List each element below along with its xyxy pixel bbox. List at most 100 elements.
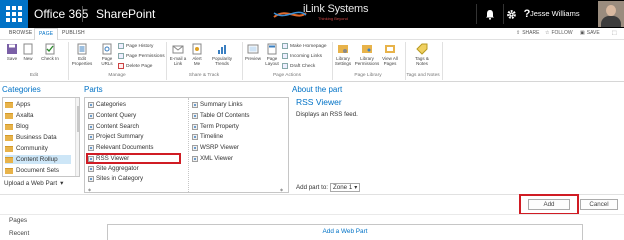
folder-icon [5,123,13,130]
make-homepage-button[interactable]: Make Homepage [282,43,327,49]
tags-notes-button[interactable]: Tags & Notes [412,43,432,66]
properties-icon [77,43,87,55]
scroll-right-arrow-icon[interactable]: ◆ [280,187,283,192]
web-part-icon [192,144,198,151]
about-part-description: Displays an RSS feed. [296,111,358,118]
part-item-table-of-contents[interactable]: Table Of Contents [192,112,250,119]
view-all-pages-icon [385,45,395,53]
left-nav-recent[interactable]: Recent [9,230,29,237]
group-share-track-label: Share & Track [188,73,220,78]
follow-icon: ☆ [545,30,550,36]
scroll-left-arrow-icon[interactable]: ◆ [88,187,91,192]
library-permissions-icon [362,45,372,53]
folder-icon [5,145,13,152]
web-part-icon [192,133,198,140]
part-item-sites-in-category[interactable]: Sites in Category [88,175,143,182]
tab-browse[interactable]: BROWSE [9,30,32,36]
share-icon: ⇪ [516,30,521,36]
category-item-content-rollup[interactable]: Content Rollup [5,155,71,164]
web-part-zone: Add a Web Part [107,224,583,240]
email-link-button[interactable]: E-mail a Link [169,43,187,66]
page-permissions-button[interactable]: Page Permissions [118,53,165,59]
categories-list[interactable]: Apps Axalta Blog Business Data Community… [2,97,80,177]
library-settings-button[interactable]: Library Settings [333,43,353,66]
preview-button[interactable]: Preview [244,43,262,61]
popularity-trends-button[interactable]: Popularity Trends [208,43,236,66]
follow-action[interactable]: ☆ FOLLOW [545,30,573,36]
folder-icon [5,112,13,119]
categories-title: Categories [2,85,41,94]
web-part-icon [192,123,198,130]
category-item-axalta[interactable]: Axalta [5,111,71,120]
tab-publish[interactable]: PUBLISH [62,30,85,36]
incoming-links-button[interactable]: Incoming Links [282,53,322,59]
group-page-actions-label: Page Actions [272,73,301,78]
page-urls-button[interactable]: Page URLs [99,43,115,66]
check-in-button[interactable]: Check In [39,43,61,61]
folder-icon [5,134,13,141]
selected-part-highlight [86,153,181,164]
app-name[interactable]: SharePoint [96,7,155,21]
category-item-document-sets[interactable]: Document Sets [5,166,71,175]
delete-page-button[interactable]: Delete Page [118,63,152,69]
part-item-content-search[interactable]: Content Search [88,123,139,130]
save-disk-icon [7,44,17,54]
part-item-site-aggregator[interactable]: Site Aggregator [88,165,139,172]
history-icon [118,43,124,49]
check-in-icon [45,43,55,55]
left-nav-pages[interactable]: Pages [9,217,27,224]
user-name[interactable]: Jesse Williams [530,9,580,18]
view-all-pages-button[interactable]: View All Pages [381,43,399,66]
part-item-term-property[interactable]: Term Property [192,123,239,130]
part-item-content-query[interactable]: Content Query [88,112,136,119]
part-item-wsrp-viewer[interactable]: WSRP Viewer [192,144,239,151]
categories-scrollbar[interactable] [75,98,79,176]
part-item-summary-links[interactable]: Summary Links [192,101,243,108]
about-part-title: About the part [292,85,343,94]
web-part-icon [192,155,198,162]
homepage-icon [282,43,288,49]
part-item-project-summary[interactable]: Project Summary [88,133,143,140]
scroll-thumb[interactable] [77,106,79,132]
avatar[interactable] [598,1,624,27]
save-button[interactable]: Save [5,43,19,61]
library-permissions-button[interactable]: Library Permissions [355,43,379,66]
category-item-blog[interactable]: Blog [5,122,71,131]
part-item-relevant-documents[interactable]: Relevant Documents [88,144,153,151]
waffle-icon[interactable] [0,0,28,28]
draft-check-button[interactable]: Draft Check [282,63,315,69]
focus-icon[interactable]: ⬚ [612,30,617,36]
logo-text: iLink Systems [303,3,369,15]
page-layout-icon [267,43,277,55]
part-item-categories[interactable]: Categories [88,101,126,108]
alert-me-button[interactable]: Alert Me [190,43,204,66]
parts-list: Categories Content Query Content Search … [84,97,289,193]
cancel-button[interactable]: Cancel [580,199,618,210]
folder-icon [5,101,13,108]
part-item-xml-viewer[interactable]: XML Viewer [192,155,233,162]
share-action[interactable]: ⇪ SHARE [516,30,539,36]
category-item-apps[interactable]: Apps [5,100,71,109]
upload-web-part-link[interactable]: Upload a Web Part ▾ [4,180,63,187]
trends-icon [218,45,226,54]
page-history-button[interactable]: Page History [118,43,153,49]
group-tags-notes-label: Tags and Notes [406,73,440,78]
category-item-community[interactable]: Community [5,144,71,153]
ribbon: Save New Check In Edit Edit Properties P… [0,40,624,82]
save-action[interactable]: ▣ SAVE [580,30,600,36]
zone-select[interactable]: Zone 1 ▾ [330,183,361,192]
web-part-icon [192,101,198,108]
page-layout-button[interactable]: Page Layout [264,43,280,66]
add-web-part-link[interactable]: Add a Web Part [323,228,368,240]
edit-properties-button[interactable]: Edit Properties [70,43,94,66]
chevron-down-icon: ▾ [60,180,64,187]
parts-column-divider [188,98,189,192]
delete-icon [118,63,124,69]
save-icon: ▣ [580,30,585,36]
folder-icon [5,156,13,163]
part-item-timeline[interactable]: Timeline [192,133,223,140]
new-button[interactable]: New [21,43,35,61]
office365-brand[interactable]: Office 365 [34,7,88,21]
add-button[interactable]: Add [528,199,570,210]
category-item-business-data[interactable]: Business Data [5,133,71,142]
